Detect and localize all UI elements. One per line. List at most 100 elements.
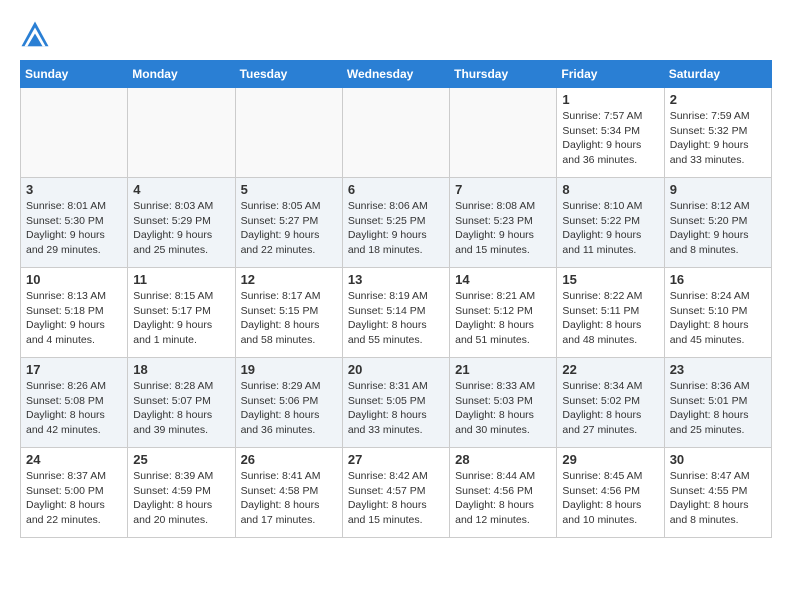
day-info: Sunrise: 8:26 AM Sunset: 5:08 PM Dayligh… bbox=[26, 379, 122, 438]
calendar-day-cell: 2 Sunrise: 7:59 AM Sunset: 5:32 PM Daylig… bbox=[664, 88, 771, 178]
day-number: 18 bbox=[133, 362, 229, 377]
calendar-day-cell bbox=[128, 88, 235, 178]
calendar-day-cell: 1 Sunrise: 7:57 AM Sunset: 5:34 PM Daylig… bbox=[557, 88, 664, 178]
calendar-day-cell: 15 Sunrise: 8:22 AM Sunset: 5:11 PM Dayli… bbox=[557, 268, 664, 358]
day-number: 24 bbox=[26, 452, 122, 467]
calendar-day-cell: 14 Sunrise: 8:21 AM Sunset: 5:12 PM Dayli… bbox=[450, 268, 557, 358]
day-info: Sunrise: 8:42 AM Sunset: 4:57 PM Dayligh… bbox=[348, 469, 444, 528]
day-of-week-header: Thursday bbox=[450, 61, 557, 88]
day-info: Sunrise: 8:41 AM Sunset: 4:58 PM Dayligh… bbox=[241, 469, 337, 528]
logo bbox=[20, 20, 54, 50]
logo-icon bbox=[20, 20, 50, 50]
calendar-week-row: 3Sunrise: 8:01 AM Sunset: 5:30 PM Daylig… bbox=[21, 178, 772, 268]
day-number: 1 bbox=[562, 92, 658, 107]
day-number: 22 bbox=[562, 362, 658, 377]
day-number: 28 bbox=[455, 452, 551, 467]
day-number: 25 bbox=[133, 452, 229, 467]
day-info: Sunrise: 8:47 AM Sunset: 4:55 PM Dayligh… bbox=[670, 469, 766, 528]
calendar-day-cell: 24 Sunrise: 8:37 AM Sunset: 5:00 PM Dayli… bbox=[21, 448, 128, 538]
calendar-day-cell: 13 Sunrise: 8:19 AM Sunset: 5:14 PM Dayli… bbox=[342, 268, 449, 358]
calendar-day-cell bbox=[235, 88, 342, 178]
day-info: Sunrise: 8:37 AM Sunset: 5:00 PM Dayligh… bbox=[26, 469, 122, 528]
day-info: Sunrise: 8:39 AM Sunset: 4:59 PM Dayligh… bbox=[133, 469, 229, 528]
day-number: 12 bbox=[241, 272, 337, 287]
calendar-day-cell: 21 Sunrise: 8:33 AM Sunset: 5:03 PM Dayli… bbox=[450, 358, 557, 448]
calendar-week-row: 1 Sunrise: 7:57 AM Sunset: 5:34 PM Daylig… bbox=[21, 88, 772, 178]
calendar-week-row: 17Sunrise: 8:26 AM Sunset: 5:08 PM Dayli… bbox=[21, 358, 772, 448]
day-number: 8 bbox=[562, 182, 658, 197]
day-number: 30 bbox=[670, 452, 766, 467]
calendar-week-row: 24 Sunrise: 8:37 AM Sunset: 5:00 PM Dayli… bbox=[21, 448, 772, 538]
day-info: Sunrise: 8:34 AM Sunset: 5:02 PM Dayligh… bbox=[562, 379, 658, 438]
page-header bbox=[20, 20, 772, 50]
day-info: Sunrise: 8:17 AM Sunset: 5:15 PM Dayligh… bbox=[241, 289, 337, 348]
day-number: 7 bbox=[455, 182, 551, 197]
day-of-week-header: Sunday bbox=[21, 61, 128, 88]
day-info: Sunrise: 8:29 AM Sunset: 5:06 PM Dayligh… bbox=[241, 379, 337, 438]
day-info: Sunrise: 8:15 AM Sunset: 5:17 PM Dayligh… bbox=[133, 289, 229, 348]
day-info: Sunrise: 8:08 AM Sunset: 5:23 PM Dayligh… bbox=[455, 199, 551, 258]
day-info: Sunrise: 7:59 AM Sunset: 5:32 PM Dayligh… bbox=[670, 109, 766, 168]
day-info: Sunrise: 8:10 AM Sunset: 5:22 PM Dayligh… bbox=[562, 199, 658, 258]
day-number: 9 bbox=[670, 182, 766, 197]
calendar-day-cell bbox=[450, 88, 557, 178]
day-info: Sunrise: 8:06 AM Sunset: 5:25 PM Dayligh… bbox=[348, 199, 444, 258]
calendar-day-cell: 9 Sunrise: 8:12 AM Sunset: 5:20 PM Daylig… bbox=[664, 178, 771, 268]
calendar-day-cell: 18 Sunrise: 8:28 AM Sunset: 5:07 PM Dayli… bbox=[128, 358, 235, 448]
day-info: Sunrise: 8:33 AM Sunset: 5:03 PM Dayligh… bbox=[455, 379, 551, 438]
day-number: 20 bbox=[348, 362, 444, 377]
day-info: Sunrise: 8:13 AM Sunset: 5:18 PM Dayligh… bbox=[26, 289, 122, 348]
calendar-day-cell: 8 Sunrise: 8:10 AM Sunset: 5:22 PM Daylig… bbox=[557, 178, 664, 268]
calendar-day-cell bbox=[21, 88, 128, 178]
day-of-week-header: Monday bbox=[128, 61, 235, 88]
day-number: 19 bbox=[241, 362, 337, 377]
day-number: 4 bbox=[133, 182, 229, 197]
day-info: Sunrise: 8:28 AM Sunset: 5:07 PM Dayligh… bbox=[133, 379, 229, 438]
day-number: 10 bbox=[26, 272, 122, 287]
day-of-week-header: Wednesday bbox=[342, 61, 449, 88]
day-number: 5 bbox=[241, 182, 337, 197]
calendar-day-cell: 28 Sunrise: 8:44 AM Sunset: 4:56 PM Dayli… bbox=[450, 448, 557, 538]
calendar-day-cell: 22 Sunrise: 8:34 AM Sunset: 5:02 PM Dayli… bbox=[557, 358, 664, 448]
day-number: 14 bbox=[455, 272, 551, 287]
day-info: Sunrise: 8:24 AM Sunset: 5:10 PM Dayligh… bbox=[670, 289, 766, 348]
calendar-day-cell: 17Sunrise: 8:26 AM Sunset: 5:08 PM Dayli… bbox=[21, 358, 128, 448]
calendar-day-cell: 29Sunrise: 8:45 AM Sunset: 4:56 PM Dayli… bbox=[557, 448, 664, 538]
calendar-day-cell: 12 Sunrise: 8:17 AM Sunset: 5:15 PM Dayli… bbox=[235, 268, 342, 358]
day-number: 23 bbox=[670, 362, 766, 377]
day-of-week-header: Friday bbox=[557, 61, 664, 88]
day-info: Sunrise: 8:19 AM Sunset: 5:14 PM Dayligh… bbox=[348, 289, 444, 348]
day-info: Sunrise: 8:36 AM Sunset: 5:01 PM Dayligh… bbox=[670, 379, 766, 438]
calendar-day-cell: 5 Sunrise: 8:05 AM Sunset: 5:27 PM Daylig… bbox=[235, 178, 342, 268]
calendar-week-row: 10 Sunrise: 8:13 AM Sunset: 5:18 PM Dayli… bbox=[21, 268, 772, 358]
calendar-day-cell: 27Sunrise: 8:42 AM Sunset: 4:57 PM Dayli… bbox=[342, 448, 449, 538]
day-info: Sunrise: 8:44 AM Sunset: 4:56 PM Dayligh… bbox=[455, 469, 551, 528]
day-number: 21 bbox=[455, 362, 551, 377]
calendar-day-cell: 30 Sunrise: 8:47 AM Sunset: 4:55 PM Dayli… bbox=[664, 448, 771, 538]
calendar-day-cell: 19 Sunrise: 8:29 AM Sunset: 5:06 PM Dayli… bbox=[235, 358, 342, 448]
day-number: 15 bbox=[562, 272, 658, 287]
calendar-day-cell: 3Sunrise: 8:01 AM Sunset: 5:30 PM Daylig… bbox=[21, 178, 128, 268]
calendar-day-cell: 16Sunrise: 8:24 AM Sunset: 5:10 PM Dayli… bbox=[664, 268, 771, 358]
day-of-week-header: Tuesday bbox=[235, 61, 342, 88]
calendar-day-cell: 25 Sunrise: 8:39 AM Sunset: 4:59 PM Dayli… bbox=[128, 448, 235, 538]
day-info: Sunrise: 8:05 AM Sunset: 5:27 PM Dayligh… bbox=[241, 199, 337, 258]
day-number: 11 bbox=[133, 272, 229, 287]
day-info: Sunrise: 8:21 AM Sunset: 5:12 PM Dayligh… bbox=[455, 289, 551, 348]
day-info: Sunrise: 8:12 AM Sunset: 5:20 PM Dayligh… bbox=[670, 199, 766, 258]
day-number: 2 bbox=[670, 92, 766, 107]
calendar-day-cell bbox=[342, 88, 449, 178]
calendar-header-row: SundayMondayTuesdayWednesdayThursdayFrid… bbox=[21, 61, 772, 88]
day-number: 6 bbox=[348, 182, 444, 197]
calendar-day-cell: 4 Sunrise: 8:03 AM Sunset: 5:29 PM Daylig… bbox=[128, 178, 235, 268]
calendar-day-cell: 20Sunrise: 8:31 AM Sunset: 5:05 PM Dayli… bbox=[342, 358, 449, 448]
calendar-day-cell: 7 Sunrise: 8:08 AM Sunset: 5:23 PM Daylig… bbox=[450, 178, 557, 268]
day-info: Sunrise: 7:57 AM Sunset: 5:34 PM Dayligh… bbox=[562, 109, 658, 168]
day-number: 26 bbox=[241, 452, 337, 467]
day-number: 3 bbox=[26, 182, 122, 197]
day-number: 13 bbox=[348, 272, 444, 287]
day-info: Sunrise: 8:45 AM Sunset: 4:56 PM Dayligh… bbox=[562, 469, 658, 528]
calendar-day-cell: 11 Sunrise: 8:15 AM Sunset: 5:17 PM Dayli… bbox=[128, 268, 235, 358]
day-info: Sunrise: 8:22 AM Sunset: 5:11 PM Dayligh… bbox=[562, 289, 658, 348]
day-info: Sunrise: 8:03 AM Sunset: 5:29 PM Dayligh… bbox=[133, 199, 229, 258]
